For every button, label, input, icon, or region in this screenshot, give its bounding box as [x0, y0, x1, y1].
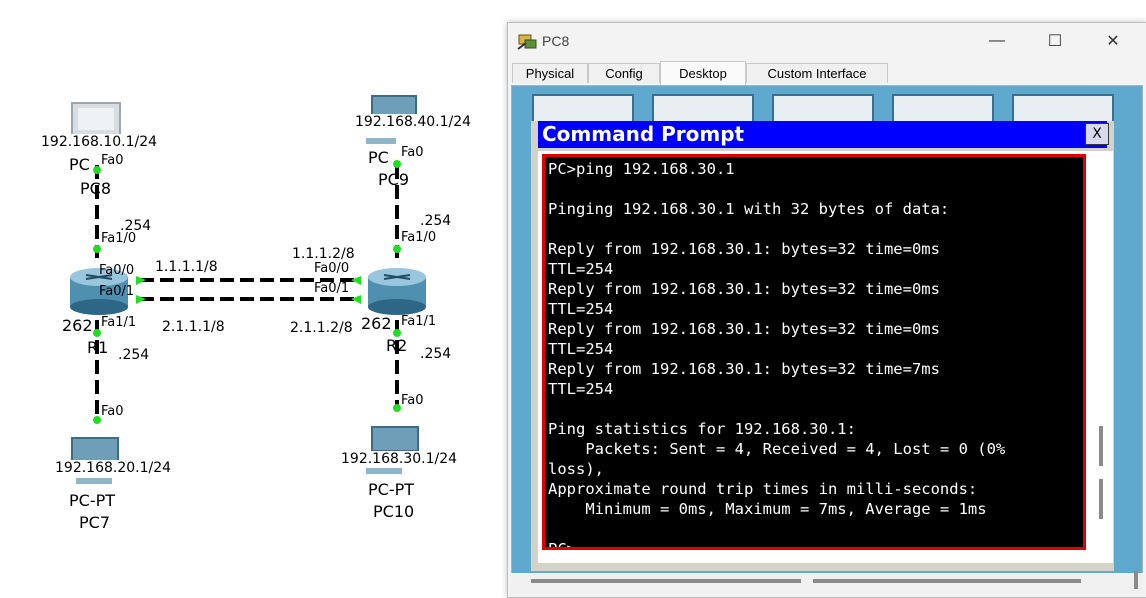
- link2-r1-ip-label: 2.1.1.1/8: [162, 319, 225, 335]
- link1-r1-ip-label: 1.1.1.1/8: [155, 259, 218, 275]
- desktop-panel: Command Prompt X PC>ping 192.168.30.1 Pi…: [511, 85, 1143, 593]
- minimize-button[interactable]: —: [974, 27, 1020, 55]
- pc9-name-label: PC9: [378, 170, 409, 189]
- terminal-text: PC>ping 192.168.30.1 Pinging 192.168.30.…: [548, 160, 1006, 550]
- r1-fa01-label: Fa0/1: [99, 284, 135, 299]
- close-button[interactable]: ✕: [1090, 27, 1136, 55]
- pc8-window[interactable]: PC8 — ☐ ✕ Physical Config Desktop Custom…: [507, 22, 1146, 598]
- desktop-app-icon-2[interactable]: [652, 94, 754, 124]
- tab-bar: Physical Config Desktop Custom Interface: [508, 61, 1146, 85]
- r2-top-host-label: .254: [418, 213, 454, 229]
- hscroll-thumb-left[interactable]: [531, 579, 801, 583]
- desktop-app-icon-4[interactable]: [892, 94, 994, 124]
- hscroll-thumb-right[interactable]: [813, 579, 1081, 583]
- r2-type-label: 262: [361, 314, 392, 333]
- desktop-app-icon-5[interactable]: [1012, 94, 1114, 124]
- window-titlebar[interactable]: PC8 — ☐ ✕: [508, 23, 1146, 59]
- pc7-ip-label: 192.168.20.1/24: [53, 460, 174, 476]
- r1-type-label: 262: [62, 316, 93, 335]
- r1-name-label: R1: [87, 338, 109, 357]
- r2-bottom-host-label: .254: [418, 346, 454, 362]
- link2-r2-ip-label: 2.1.1.2/8: [290, 320, 353, 336]
- tab-desktop[interactable]: Desktop: [660, 61, 746, 85]
- horizontal-scrollbar[interactable]: [511, 573, 1143, 593]
- r1-fa10-label: Fa1/0: [101, 231, 137, 246]
- pc7-type-label: PC-PT: [69, 491, 116, 510]
- pc8-port-label: Fa0: [101, 153, 124, 168]
- pc8-name-label: PC8: [80, 179, 111, 198]
- desktop-app-icon-1[interactable]: [532, 94, 634, 124]
- r2-name-label: R2: [386, 336, 408, 355]
- desktop-app-icon-3[interactable]: [772, 94, 874, 124]
- command-prompt-title: Command Prompt: [542, 122, 745, 146]
- pc10-ip-label: 192.168.30.1/24: [339, 451, 460, 467]
- link1-r2-ip-label: 1.1.1.2/8: [292, 246, 355, 262]
- command-prompt-window[interactable]: Command Prompt X PC>ping 192.168.30.1 Pi…: [531, 121, 1114, 571]
- r1-fa11-label: Fa1/1: [101, 315, 137, 330]
- router-r2-icon: [368, 268, 426, 315]
- r1-bottom-host-label: .254: [116, 347, 152, 363]
- pc8-type-label: PC: [69, 155, 90, 174]
- tab-custom-interface[interactable]: Custom Interface: [746, 63, 888, 83]
- pc9-port-label: Fa0: [401, 145, 424, 160]
- pc10-type-label: PC-PT: [368, 480, 415, 499]
- pc10-port-label: Fa0: [401, 393, 424, 408]
- pc9-ip-label: 192.168.40.1/24: [353, 114, 474, 130]
- vertical-scrollbar-thumb[interactable]: [1134, 571, 1138, 589]
- terminal-scrollbar-thumb-2[interactable]: [1099, 479, 1103, 519]
- network-topology[interactable]: 192.168.10.1/24 PC Fa0 PC8 192.168.40.1/…: [0, 0, 505, 598]
- tab-config[interactable]: Config: [588, 63, 660, 83]
- r2-fa10-label: Fa1/0: [401, 230, 437, 245]
- r2-fa00-label: Fa0/0: [314, 261, 350, 276]
- terminal-output[interactable]: PC>ping 192.168.30.1 Pinging 192.168.30.…: [542, 154, 1086, 550]
- pc7-port-label: Fa0: [101, 404, 124, 419]
- r2-fa11-label: Fa1/1: [401, 314, 437, 329]
- window-title: PC8: [542, 33, 570, 49]
- pc10-name-label: PC10: [373, 502, 415, 521]
- pc8-ip-label: 192.168.10.1/24: [39, 134, 160, 150]
- pc7-name-label: PC7: [79, 513, 110, 532]
- r1-fa00-label: Fa0/0: [99, 263, 135, 278]
- maximize-button[interactable]: ☐: [1032, 27, 1078, 55]
- pc8-icon: [71, 102, 121, 136]
- packet-tracer-app-icon: [517, 34, 537, 50]
- pc9-type-label: PC: [368, 148, 389, 167]
- r2-fa01-label: Fa0/1: [314, 281, 350, 296]
- command-prompt-titlebar: Command Prompt X: [538, 121, 1109, 148]
- terminal-scrollbar-thumb[interactable]: [1099, 426, 1103, 466]
- link-lights: [93, 160, 401, 424]
- tab-physical[interactable]: Physical: [512, 63, 588, 83]
- command-prompt-close-button[interactable]: X: [1085, 123, 1109, 145]
